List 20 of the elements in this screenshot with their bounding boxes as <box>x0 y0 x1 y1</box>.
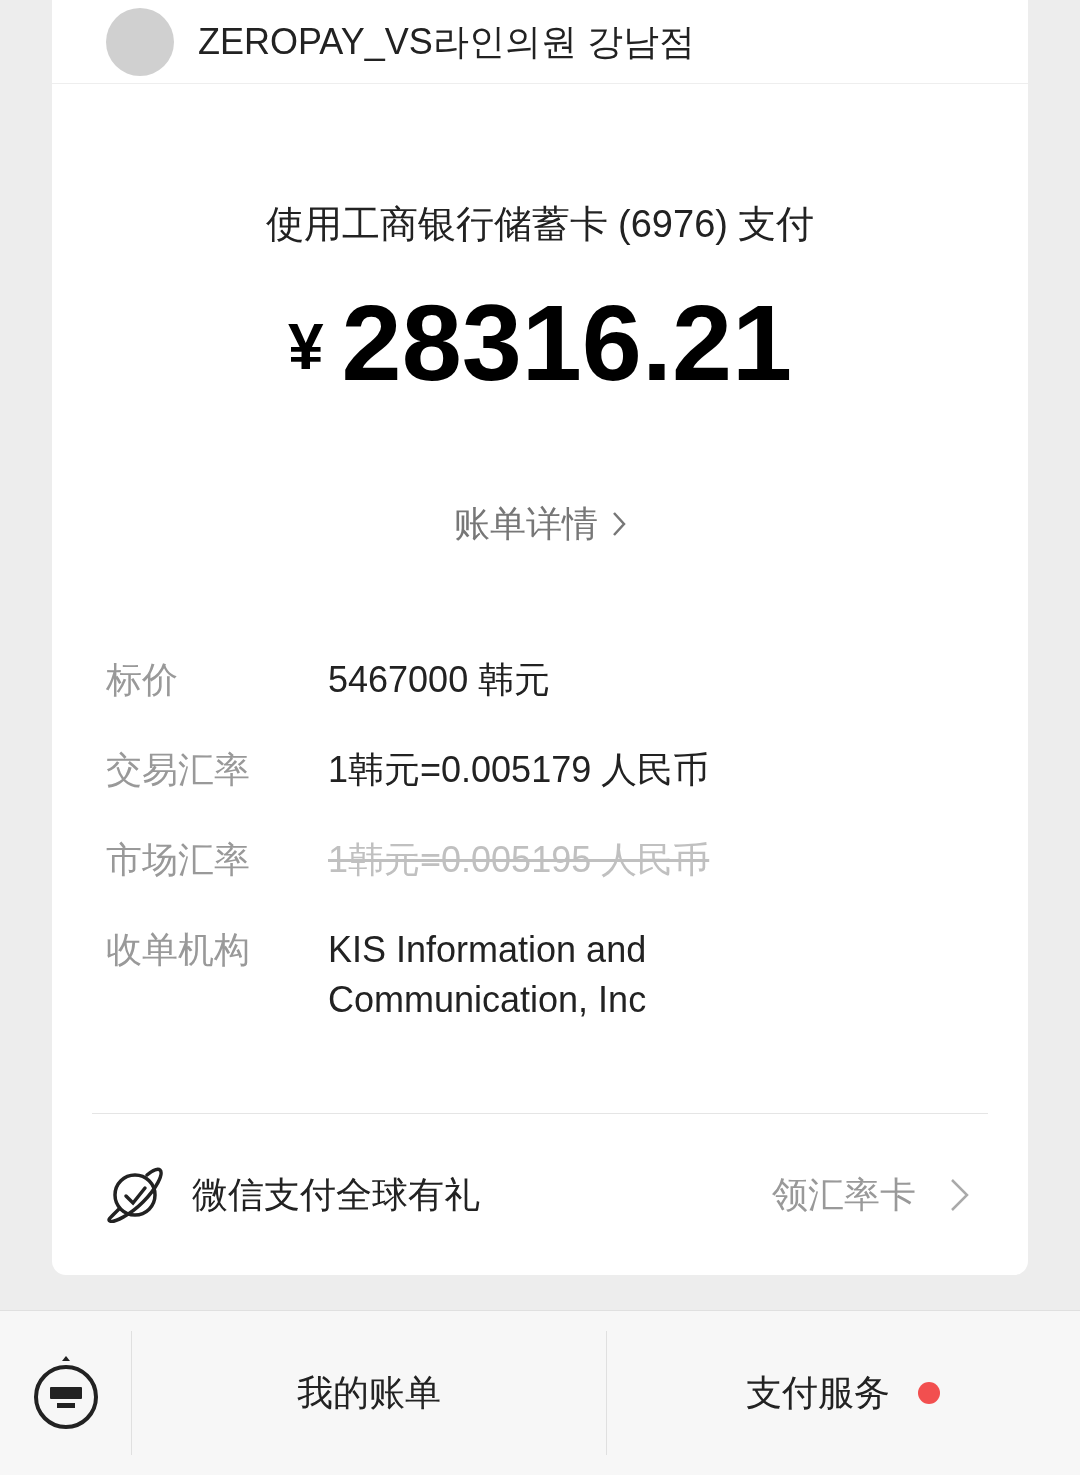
chevron-right-icon <box>612 511 626 537</box>
bill-details-link[interactable]: 账单详情 <box>454 497 626 551</box>
merchant-name: ZEROPAY_VS라인의원 강남점 <box>198 19 695 64</box>
globe-check-icon <box>106 1165 164 1224</box>
keyboard-icon[interactable] <box>32 1355 99 1431</box>
payment-amount: 28316.21 <box>341 289 793 397</box>
detail-value: KIS Information and Communication, Inc <box>328 928 648 1022</box>
detail-value: 5467000 韩元 <box>328 658 552 702</box>
detail-value: 1韩元=0.005179 人民币 <box>328 748 711 792</box>
currency-symbol: ¥ <box>287 310 324 385</box>
menu-tab[interactable]: 支付服务 <box>746 1366 941 1420</box>
chevron-right-icon <box>950 1177 970 1212</box>
payment-method: 使用工商银行储蓄卡 (6976) 支付 <box>265 202 815 247</box>
promo-title: 微信支付全球有礼 <box>192 1172 480 1217</box>
detail-label: 市场汇率 <box>106 838 251 882</box>
detail-label: 标价 <box>106 658 179 702</box>
detail-label: 交易汇率 <box>106 748 251 792</box>
detail-value: 1韩元=0.005195 人民币 <box>328 838 711 882</box>
menu-tab[interactable]: 我的账单 <box>296 1366 441 1420</box>
detail-label: 收单机构 <box>106 928 251 972</box>
